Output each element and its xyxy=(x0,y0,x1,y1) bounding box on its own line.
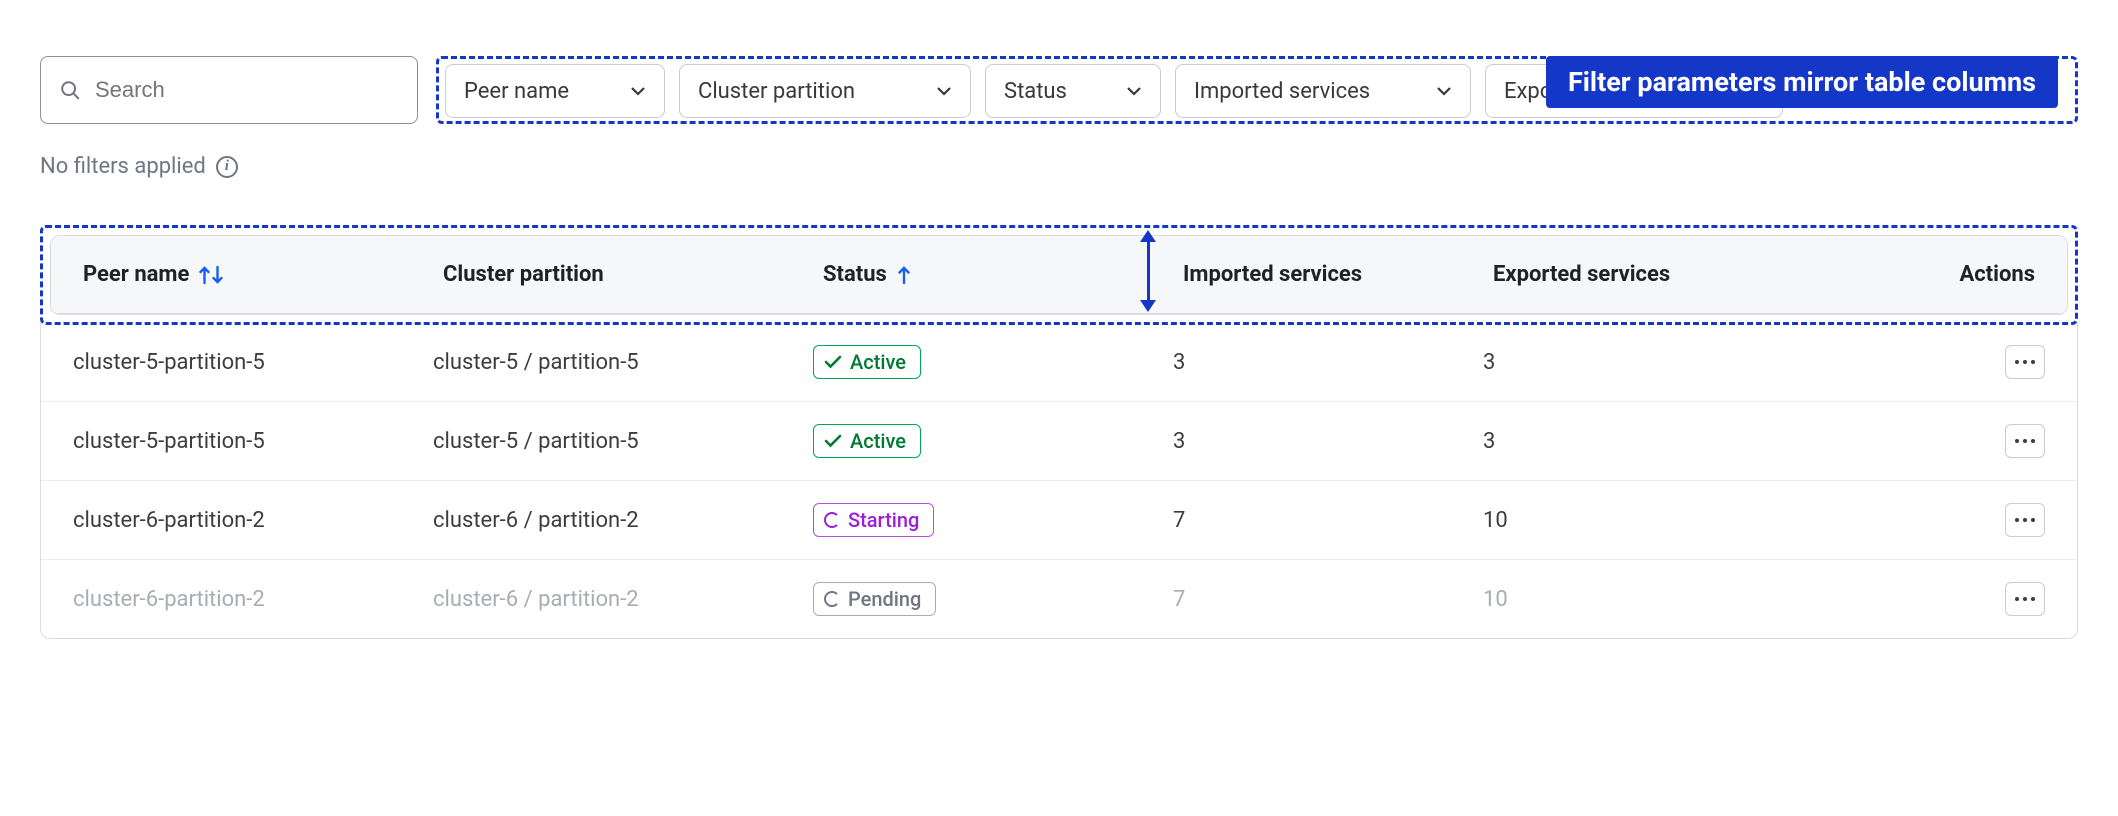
status-badge-label: Active xyxy=(850,429,906,453)
cell-imported: 7 xyxy=(1173,508,1483,533)
spinner-icon xyxy=(824,512,840,528)
filter-label: Cluster partition xyxy=(698,79,855,104)
col-header-imported-services[interactable]: Imported services xyxy=(1183,262,1493,287)
cell-peer-name[interactable]: cluster-5-partition-5 xyxy=(73,429,433,454)
filter-status[interactable]: Status xyxy=(985,64,1161,118)
cell-peer-name[interactable]: cluster-6-partition-2 xyxy=(73,587,433,612)
status-badge: Pending xyxy=(813,582,936,616)
annotation-label: Filter parameters mirror table columns xyxy=(1546,56,2058,108)
chevron-down-icon xyxy=(1436,86,1452,96)
filter-status-line: No filters applied i xyxy=(40,154,2078,179)
col-header-exported-services[interactable]: Exported services xyxy=(1493,262,1873,287)
filter-label: Peer name xyxy=(464,79,569,104)
cell-imported: 3 xyxy=(1173,350,1483,375)
cell-exported: 10 xyxy=(1483,587,1863,612)
cell-cluster-partition: cluster-6 / partition-2 xyxy=(433,508,813,533)
cell-actions xyxy=(1863,345,2045,379)
check-icon xyxy=(824,355,842,369)
row-actions-button[interactable] xyxy=(2005,345,2045,379)
cell-cluster-partition: cluster-6 / partition-2 xyxy=(433,587,813,612)
check-icon xyxy=(824,434,842,448)
filter-peer-name[interactable]: Peer name xyxy=(445,64,665,118)
cell-imported: 3 xyxy=(1173,429,1483,454)
filter-status-text: No filters applied xyxy=(40,154,206,179)
chevron-down-icon xyxy=(1126,86,1142,96)
status-badge: Active xyxy=(813,345,921,379)
col-header-actions: Actions xyxy=(1873,262,2035,287)
annotation-connector xyxy=(1140,230,1156,312)
table-row: cluster-6-partition-2cluster-6 / partiti… xyxy=(41,560,2077,638)
arrow-down-icon xyxy=(1140,300,1156,312)
row-actions-button[interactable] xyxy=(2005,582,2045,616)
status-badge: Active xyxy=(813,424,921,458)
cell-exported: 3 xyxy=(1483,350,1863,375)
search-icon xyxy=(59,79,81,101)
search-box[interactable] xyxy=(40,56,418,124)
sort-asc-icon xyxy=(897,265,911,285)
search-input[interactable] xyxy=(95,77,399,103)
row-actions-button[interactable] xyxy=(2005,503,2045,537)
cell-peer-name[interactable]: cluster-5-partition-5 xyxy=(73,350,433,375)
peers-table: Peer name Cluster partition Status Impor… xyxy=(50,235,2068,315)
cell-cluster-partition: cluster-5 / partition-5 xyxy=(433,350,813,375)
cell-status: Active xyxy=(813,345,1173,379)
status-badge: Starting xyxy=(813,503,934,537)
cell-peer-name[interactable]: cluster-6-partition-2 xyxy=(73,508,433,533)
cell-status: Pending xyxy=(813,582,1173,616)
spinner-icon xyxy=(824,591,840,607)
cell-exported: 10 xyxy=(1483,508,1863,533)
table-row: cluster-6-partition-2cluster-6 / partiti… xyxy=(41,481,2077,560)
col-header-cluster-partition[interactable]: Cluster partition xyxy=(443,262,823,287)
row-actions-button[interactable] xyxy=(2005,424,2045,458)
filter-label: Status xyxy=(1004,79,1067,104)
cell-status: Active xyxy=(813,424,1173,458)
cell-cluster-partition: cluster-5 / partition-5 xyxy=(433,429,813,454)
info-icon[interactable]: i xyxy=(216,156,238,178)
filter-imported-services[interactable]: Imported services xyxy=(1175,64,1471,118)
cell-actions xyxy=(1863,582,2045,616)
status-badge-label: Starting xyxy=(848,508,919,532)
table-header-outline: Peer name Cluster partition Status Impor… xyxy=(40,225,2078,325)
arrow-up-icon xyxy=(1140,230,1156,242)
table-row: cluster-5-partition-5cluster-5 / partiti… xyxy=(41,402,2077,481)
chevron-down-icon xyxy=(630,86,646,96)
filter-label: Imported services xyxy=(1194,79,1370,104)
col-header-status[interactable]: Status xyxy=(823,262,1183,287)
table-row: cluster-5-partition-5cluster-5 / partiti… xyxy=(41,323,2077,402)
cell-exported: 3 xyxy=(1483,429,1863,454)
table-header-row: Peer name Cluster partition Status Impor… xyxy=(51,236,2067,314)
cell-actions xyxy=(1863,424,2045,458)
cell-imported: 7 xyxy=(1173,587,1483,612)
sort-both-icon xyxy=(199,265,223,285)
cell-actions xyxy=(1863,503,2045,537)
col-header-peer-name[interactable]: Peer name xyxy=(83,262,443,287)
status-badge-label: Active xyxy=(850,350,906,374)
filter-cluster-partition[interactable]: Cluster partition xyxy=(679,64,971,118)
peers-table-body: cluster-5-partition-5cluster-5 / partiti… xyxy=(40,323,2078,639)
cell-status: Starting xyxy=(813,503,1173,537)
status-badge-label: Pending xyxy=(848,587,921,611)
chevron-down-icon xyxy=(936,86,952,96)
